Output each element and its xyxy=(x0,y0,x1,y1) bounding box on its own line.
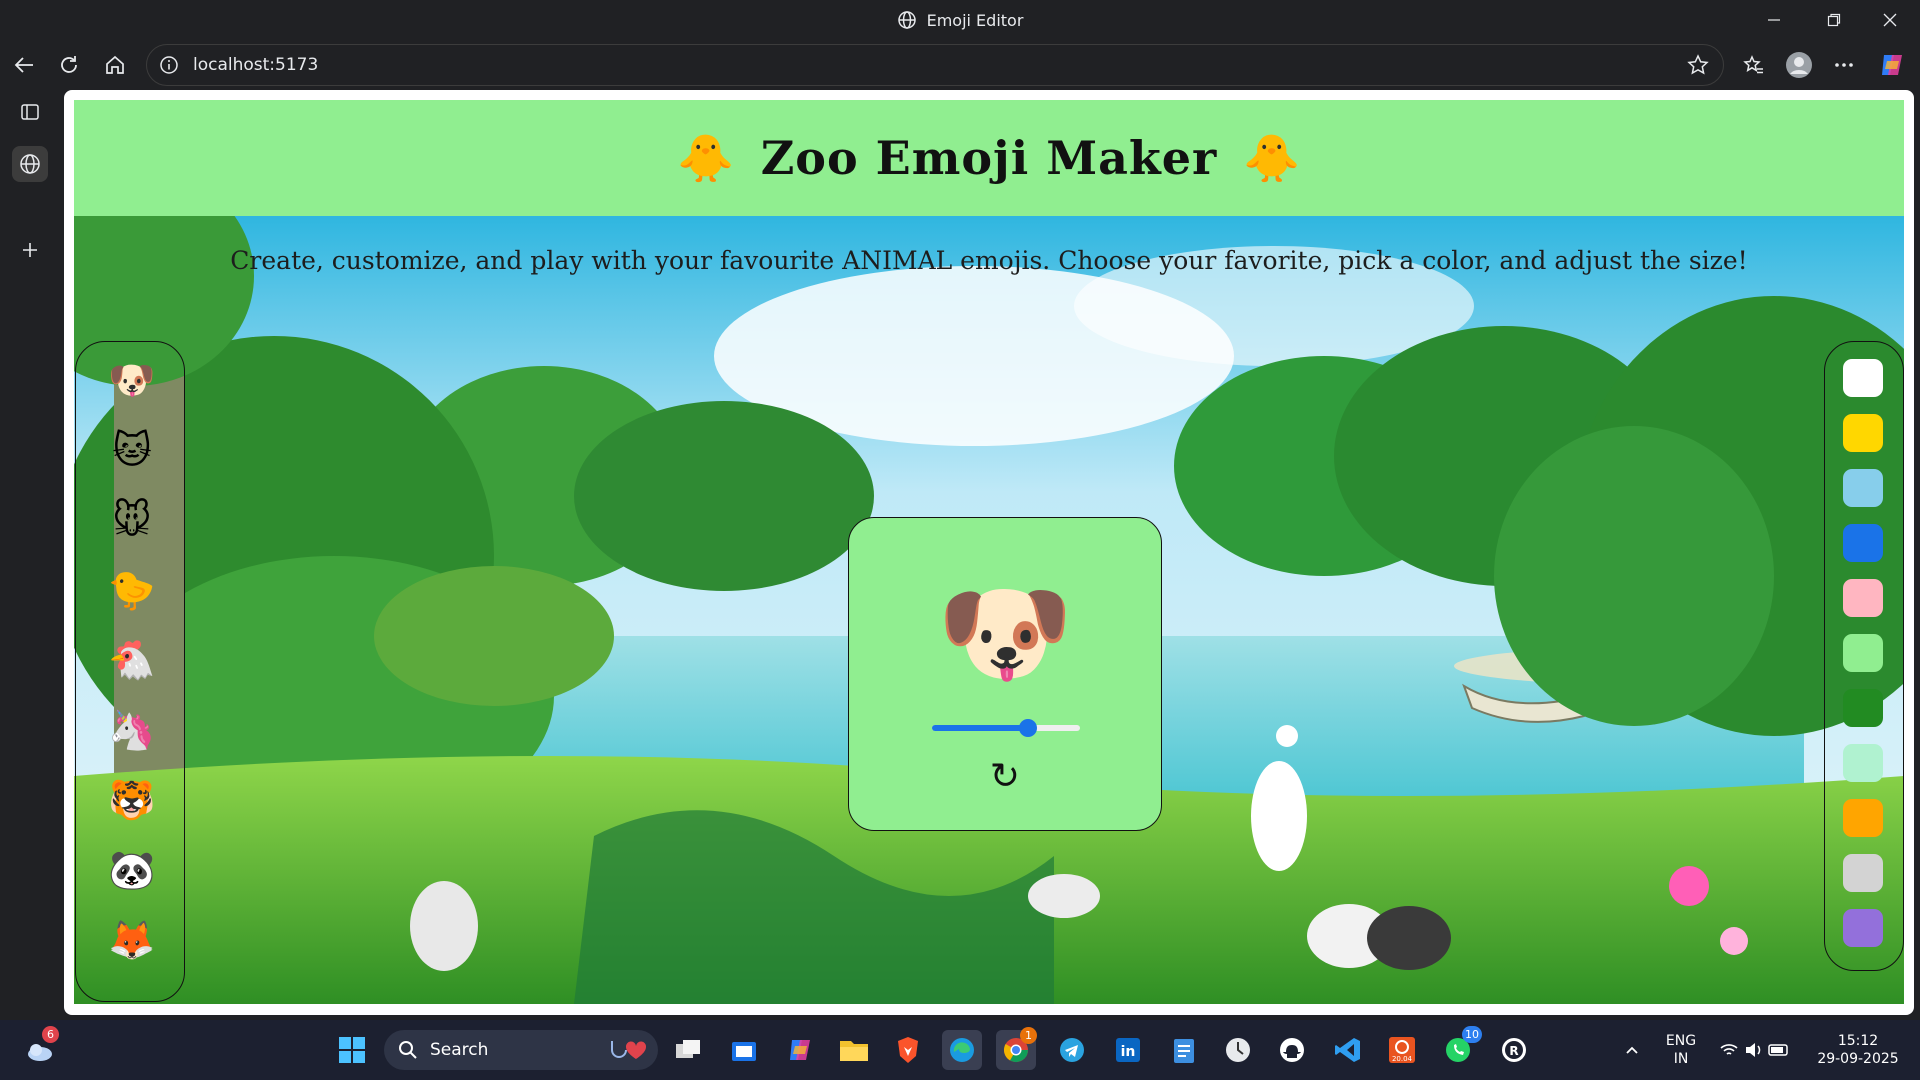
clock-app-icon[interactable] xyxy=(1218,1030,1258,1070)
windows-taskbar: 6 Search 1 in 20.04 10 R ENG IN 15:12 29… xyxy=(0,1020,1920,1080)
animal-chicken-button[interactable]: 🐔 xyxy=(106,634,158,686)
color-swatch-gold[interactable] xyxy=(1843,414,1883,452)
size-slider-fill xyxy=(932,725,1029,731)
page-header: 🐥 Zoo Emoji Maker 🐥 xyxy=(74,100,1904,216)
taskbar-search-label: Search xyxy=(430,1040,489,1060)
search-highlight-icon xyxy=(611,1041,647,1059)
nature-background-scene: Create, customize, and play with your fa… xyxy=(74,216,1904,1004)
quick-settings[interactable] xyxy=(1716,1030,1794,1070)
copilot-icon[interactable] xyxy=(1876,49,1908,81)
page-title: Zoo Emoji Maker xyxy=(760,131,1218,185)
animal-unicorn-button[interactable]: 🦄 xyxy=(106,704,158,756)
back-icon[interactable] xyxy=(8,49,40,81)
refresh-icon[interactable] xyxy=(53,49,85,81)
animal-selector-panel: 🐶 🐱 🐭 🐤 🐔 🦄 🐯 🐼 🦊 xyxy=(75,341,185,1002)
weather-widget-icon[interactable]: 6 xyxy=(20,1026,60,1070)
search-icon xyxy=(399,1041,417,1059)
whatsapp-icon[interactable]: 10 xyxy=(1438,1026,1482,1070)
window-title-text: Emoji Editor xyxy=(926,10,1024,30)
favorites-icon[interactable] xyxy=(1738,49,1770,81)
animal-panda-button[interactable]: 🐼 xyxy=(106,844,158,896)
minimize-icon[interactable] xyxy=(1746,0,1802,40)
svg-text:R: R xyxy=(1509,1044,1518,1058)
home-icon[interactable] xyxy=(99,49,131,81)
color-swatch-pink[interactable] xyxy=(1843,579,1883,617)
file-explorer-icon[interactable] xyxy=(834,1030,874,1070)
chevron-up-icon[interactable] xyxy=(1612,1030,1652,1070)
color-swatch-purple[interactable] xyxy=(1843,909,1883,947)
notepad-icon[interactable] xyxy=(1164,1030,1204,1070)
microsoft-store-icon[interactable] xyxy=(724,1030,764,1070)
app-icon-r[interactable]: R xyxy=(1494,1030,1534,1070)
whatsapp-badge: 10 xyxy=(1462,1026,1482,1043)
profile-icon[interactable] xyxy=(1783,49,1815,81)
size-slider[interactable] xyxy=(932,719,1080,737)
copilot-app-icon[interactable] xyxy=(780,1030,820,1070)
close-icon[interactable] xyxy=(1862,0,1918,40)
site-info-icon[interactable] xyxy=(159,55,179,75)
size-slider-thumb[interactable] xyxy=(1019,719,1038,737)
more-icon[interactable] xyxy=(1828,49,1860,81)
color-palette-panel xyxy=(1824,341,1904,971)
edge-browser-icon[interactable] xyxy=(942,1030,982,1070)
color-swatch-mint[interactable] xyxy=(1843,744,1883,782)
task-view-icon[interactable] xyxy=(668,1030,708,1070)
color-swatch-sky-blue[interactable] xyxy=(1843,469,1883,507)
animal-fox-button[interactable]: 🦊 xyxy=(106,914,158,966)
address-bar[interactable]: localhost:5173 xyxy=(146,44,1724,86)
color-swatch-light-green[interactable] xyxy=(1843,634,1883,672)
browser-toolbar: localhost:5173 xyxy=(0,40,1920,90)
color-swatch-orange[interactable] xyxy=(1843,799,1883,837)
animal-tiger-button[interactable]: 🐯 xyxy=(106,774,158,826)
tab-actions-icon[interactable] xyxy=(12,94,48,130)
reset-button[interactable]: ↻ xyxy=(849,756,1161,797)
header-chick-emoji-right: 🐥 xyxy=(1243,130,1301,185)
header-chick-emoji-left: 🐥 xyxy=(677,130,735,185)
clock-time: 15:12 xyxy=(1837,1033,1879,1049)
ubuntu-icon[interactable]: 20.04 xyxy=(1382,1030,1422,1070)
globe-icon xyxy=(897,11,916,29)
svg-text:in: in xyxy=(1121,1044,1136,1060)
input-language-label: ENG xyxy=(1665,1033,1697,1049)
vscode-icon[interactable] xyxy=(1328,1030,1368,1070)
clock-date[interactable]: 15:12 29-09-2025 xyxy=(1808,1032,1908,1068)
chrome-browser-icon[interactable]: 1 xyxy=(996,1027,1037,1070)
ubuntu-version-label: 20.04 xyxy=(1392,1055,1413,1063)
clock-date-text: 29-09-2025 xyxy=(1817,1051,1899,1067)
color-swatch-light-gray[interactable] xyxy=(1843,854,1883,892)
color-swatch-blue[interactable] xyxy=(1843,524,1883,562)
emoji-preview: 🐶 xyxy=(936,569,1074,697)
github-icon[interactable] xyxy=(1272,1030,1312,1070)
input-language[interactable]: ENG IN xyxy=(1662,1032,1700,1068)
input-region-label: IN xyxy=(1673,1051,1689,1067)
volume-icon xyxy=(1746,1043,1755,1057)
telegram-icon[interactable] xyxy=(1052,1030,1092,1070)
browser-tab-icon[interactable] xyxy=(12,146,48,182)
weather-badge: 6 xyxy=(42,1026,59,1043)
brave-browser-icon[interactable] xyxy=(888,1030,928,1070)
chrome-badge: 1 xyxy=(1020,1027,1037,1044)
restore-icon[interactable] xyxy=(1806,0,1862,40)
animal-chick-button[interactable]: 🐤 xyxy=(106,564,158,616)
window-title-bar: Emoji Editor xyxy=(0,0,1920,40)
animal-dog-button[interactable]: 🐶 xyxy=(106,354,158,406)
url-text[interactable]: localhost:5173 xyxy=(193,55,318,75)
wifi-icon xyxy=(1720,1044,1738,1055)
favorite-star-icon[interactable] xyxy=(1687,54,1709,76)
linkedin-icon[interactable]: in xyxy=(1108,1030,1148,1070)
page-viewport: 🐥 Zoo Emoji Maker 🐥 Create, customize, a… xyxy=(64,90,1914,1015)
animal-mouse-button[interactable]: 🐭 xyxy=(106,494,158,546)
emoji-preview-card: 🐶 ↻ xyxy=(848,517,1162,831)
animal-cat-button[interactable]: 🐱 xyxy=(106,424,158,476)
taskbar-search[interactable]: Search xyxy=(384,1030,658,1070)
window-title: Emoji Editor xyxy=(0,0,1920,40)
browser-sidebar: PDF xyxy=(0,90,60,1020)
add-icon[interactable] xyxy=(12,232,48,268)
color-swatch-white[interactable] xyxy=(1843,359,1883,397)
color-swatch-dark-green[interactable] xyxy=(1843,689,1883,727)
start-windows-icon[interactable] xyxy=(332,1030,372,1070)
page-subtitle: Create, customize, and play with your fa… xyxy=(230,246,1748,275)
